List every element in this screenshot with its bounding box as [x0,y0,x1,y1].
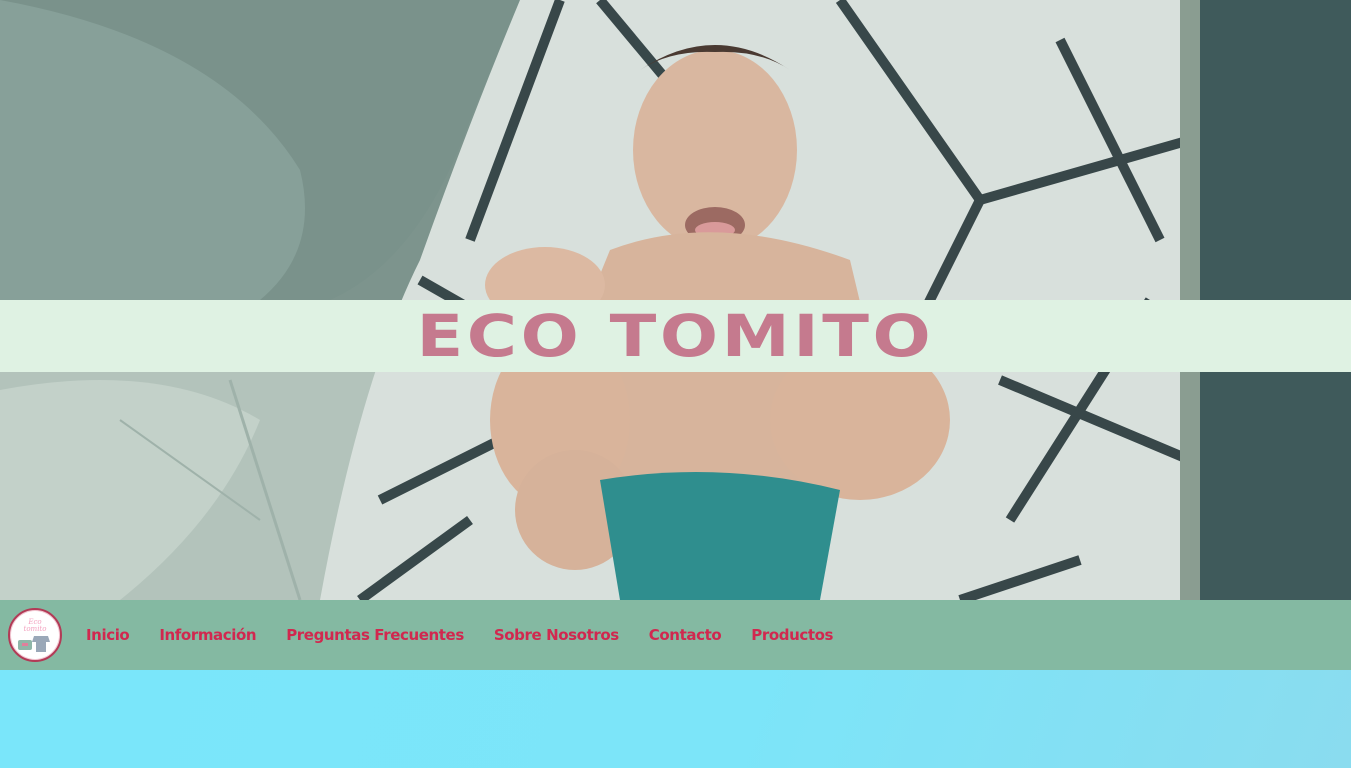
logo[interactable]: Eco tomito [8,608,62,662]
site-title: ECO TOMITO [416,302,935,370]
main-navbar: Eco tomito Inicio Información Preguntas … [0,600,1351,670]
nav-link-preguntas-frecuentes[interactable]: Preguntas Frecuentes [286,626,464,644]
nav-links: Inicio Información Preguntas Frecuentes … [86,626,863,644]
nav-link-productos[interactable]: Productos [751,626,833,644]
hero-section: ECO TOMITO [0,0,1351,600]
logo-clothes-icon [18,636,50,652]
nav-link-contacto[interactable]: Contacto [649,626,722,644]
content-section [0,670,1351,768]
nav-link-informacion[interactable]: Información [159,626,256,644]
nav-link-sobre-nosotros[interactable]: Sobre Nosotros [494,626,619,644]
nav-link-inicio[interactable]: Inicio [86,626,130,644]
title-band: ECO TOMITO [0,300,1351,372]
